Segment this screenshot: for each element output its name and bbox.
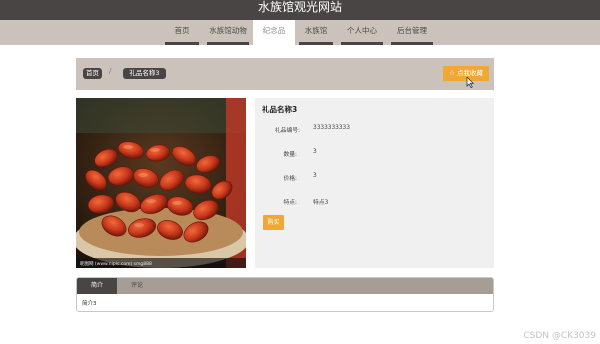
favorite-button-label: 点我收藏 bbox=[456, 69, 483, 77]
nav-item-home[interactable]: 首页 bbox=[161, 20, 203, 45]
main-nav: 首页 水族馆动物 纪念品 水族馆 个人中心 后台管理 bbox=[0, 20, 600, 45]
feature-label: 特点: bbox=[283, 200, 297, 206]
breadcrumb-current: 礼品名称3 bbox=[123, 68, 166, 79]
quantity-value: 3 bbox=[313, 149, 317, 155]
nav-item-admin[interactable]: 后台管理 bbox=[387, 20, 437, 45]
breadcrumb-separator: / bbox=[109, 67, 112, 75]
price-label: 价格: bbox=[283, 176, 297, 182]
tabs-header: 简介 评论 bbox=[77, 278, 493, 294]
feature-value: 特点3 bbox=[313, 200, 329, 206]
nav-list: 首页 水族馆动物 纪念品 水族馆 个人中心 后台管理 bbox=[161, 20, 437, 45]
tab-content: 简介3 bbox=[82, 301, 97, 307]
breadcrumb-home[interactable]: 首页 bbox=[83, 68, 102, 79]
gift-id-label: 礼品编号: bbox=[274, 128, 300, 134]
top-header: 水族馆观光网站 bbox=[0, 0, 600, 20]
breadcrumb-bar: 首页 / 礼品名称3 ☆ 点我收藏 bbox=[76, 58, 494, 90]
quantity-label: 数量: bbox=[283, 152, 297, 158]
image-watermark-caption: 昵图网 (www.nipic.com) smg888 bbox=[80, 262, 152, 267]
gift-id-value: 3333333333 bbox=[313, 125, 350, 131]
tab-comments[interactable]: 评论 bbox=[117, 278, 157, 294]
product-image: 昵图网 (www.nipic.com) smg888 bbox=[76, 98, 246, 268]
csdn-watermark: CSDN @CK3039 bbox=[523, 331, 596, 341]
mouse-cursor-icon bbox=[466, 77, 474, 88]
detail-tabs: 简介 评论 简介3 bbox=[76, 277, 494, 312]
site-title: 水族馆观光网站 bbox=[257, 0, 342, 14]
product-info-panel: 礼品名称3 礼品编号: 3333333333 数量: 3 价格: 3 特点: 特… bbox=[255, 98, 494, 268]
price-value: 3 bbox=[313, 173, 317, 179]
nav-item-souvenirs[interactable]: 纪念品 bbox=[253, 20, 295, 45]
buy-button[interactable]: 购买 bbox=[263, 215, 284, 230]
star-icon: ☆ bbox=[449, 69, 455, 77]
nav-item-aquarium[interactable]: 水族馆 bbox=[295, 20, 337, 45]
nav-item-personal-center[interactable]: 个人中心 bbox=[337, 20, 387, 45]
product-title: 礼品名称3 bbox=[262, 105, 298, 114]
crayfish-photo bbox=[76, 98, 246, 268]
nav-item-aquarium-animals[interactable]: 水族馆动物 bbox=[203, 20, 253, 45]
tab-introduction[interactable]: 简介 bbox=[77, 278, 117, 294]
